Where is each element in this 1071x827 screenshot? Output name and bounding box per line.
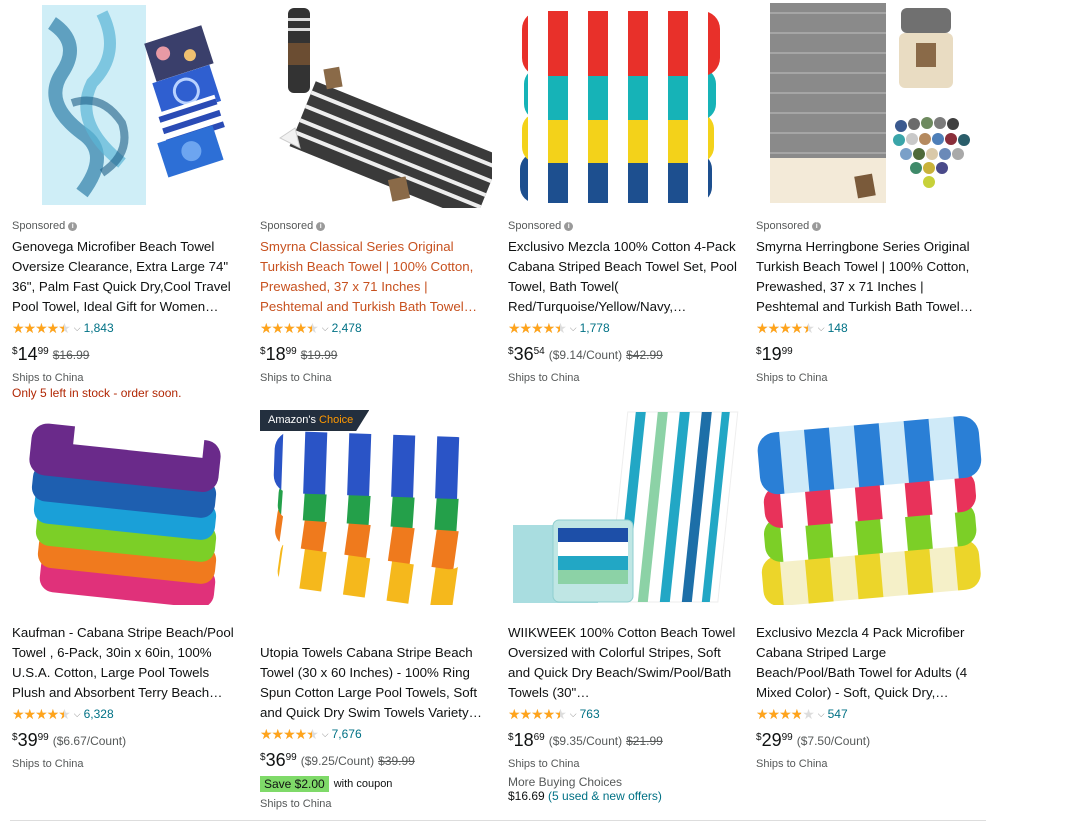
chevron-down-icon[interactable]: ⌵ [570, 323, 577, 334]
shipping-info: Ships to China [756, 758, 828, 770]
rating-row: ★★★★★★★★★★ ⌵ 2,478 [260, 319, 492, 337]
info-icon[interactable]: i [316, 221, 326, 231]
product-card[interactable]: Amazon's Choice Utopia Towels Cabana Str… [260, 410, 492, 811]
used-offers-link[interactable]: (5 used & new offers) [548, 789, 662, 803]
shipping-info: Ships to China [12, 758, 84, 770]
review-count[interactable]: 6,328 [84, 707, 114, 721]
shipping-info: Ships to China [508, 372, 580, 384]
list-price: $16.99 [52, 348, 90, 362]
product-card[interactable]: WIIKWEEK 100% Cotton Beach Towel Oversiz… [508, 410, 740, 803]
star-rating[interactable]: ★★★★★★★★★★ [12, 707, 71, 721]
review-count[interactable]: 1,843 [84, 321, 114, 335]
info-icon[interactable]: i [68, 221, 78, 231]
unit-price: ($7.50/Count) [796, 734, 871, 748]
product-title[interactable]: Utopia Towels Cabana Stripe Beach Towel … [260, 643, 492, 723]
amazons-choice-badge: Amazon's Choice [260, 410, 370, 431]
review-count[interactable]: 7,676 [332, 727, 362, 741]
product-title[interactable]: Kaufman - Cabana Stripe Beach/Pool Towel… [12, 623, 244, 703]
product-title[interactable]: Exclusivo Mezcla 100% Cotton 4-Pack Caba… [508, 237, 740, 317]
star-rating[interactable]: ★★★★★★★★★★ [756, 321, 815, 335]
product-image[interactable] [756, 410, 988, 605]
review-count[interactable]: 763 [580, 707, 600, 721]
shipping-info: Ships to China [12, 372, 84, 384]
star-rating[interactable]: ★★★★★★★★★★ [260, 321, 319, 335]
info-icon[interactable]: i [564, 221, 574, 231]
chevron-down-icon[interactable]: ⌵ [74, 709, 81, 720]
product-title[interactable]: WIIKWEEK 100% Cotton Beach Towel Oversiz… [508, 623, 740, 703]
product-card[interactable]: Sponsored i Exclusivo Mezcla 100% Cotton … [508, 3, 740, 385]
rating-row: ★★★★★★★★★★ ⌵ 763 [508, 705, 740, 723]
chevron-down-icon[interactable]: ⌵ [818, 709, 825, 720]
coupon[interactable]: Save $2.00 with coupon [260, 775, 492, 792]
star-rating[interactable]: ★★★★★★★★★★ [260, 727, 319, 741]
review-count[interactable]: 1,778 [580, 321, 610, 335]
price[interactable]: $39 99 ($6.67/Count) [12, 730, 244, 752]
product-image[interactable]: Amazon's Choice [260, 410, 492, 605]
used-offers[interactable]: $16.69 (5 used & new offers) [508, 789, 740, 803]
star-rating[interactable]: ★★★★★★★★★★ [508, 321, 567, 335]
unit-price: ($9.14/Count) [548, 348, 623, 362]
price[interactable]: $14 99 $16.99 [12, 344, 244, 366]
review-count[interactable]: 148 [828, 321, 848, 335]
product-title[interactable]: Exclusivo Mezcla 4 Pack Microfiber Caban… [756, 623, 988, 703]
coupon-label: with coupon [333, 777, 393, 790]
price[interactable]: $36 99 ($9.25/Count) $39.99 [260, 750, 492, 772]
product-card[interactable]: Kaufman - Cabana Stripe Beach/Pool Towel… [12, 410, 244, 771]
product-title[interactable]: Genovega Microfiber Beach Towel Oversize… [12, 237, 244, 317]
product-card[interactable]: Sponsored i Genovega Microfiber Beach Tow… [12, 3, 244, 400]
shipping-info: Ships to China [260, 372, 332, 384]
shipping-info: Ships to China [756, 372, 828, 384]
list-price: $42.99 [626, 348, 663, 362]
rating-row: ★★★★★★★★★★ ⌵ 1,843 [12, 319, 244, 337]
product-image[interactable] [12, 410, 244, 605]
product-card[interactable]: Exclusivo Mezcla 4 Pack Microfiber Caban… [756, 410, 988, 771]
star-rating[interactable]: ★★★★★★★★★★ [508, 707, 567, 721]
info-icon[interactable]: i [812, 221, 822, 231]
price[interactable]: $19 99 [756, 344, 988, 366]
star-rating[interactable]: ★★★★★★★★★★ [12, 321, 71, 335]
list-price: $39.99 [378, 754, 415, 768]
review-count[interactable]: 2,478 [332, 321, 362, 335]
rating-row: ★★★★★★★★★★ ⌵ 148 [756, 319, 988, 337]
list-price: $19.99 [300, 348, 338, 362]
price[interactable]: $36 54 ($9.14/Count) $42.99 [508, 344, 740, 366]
rating-row: ★★★★★★★★★★ ⌵ 6,328 [12, 705, 244, 723]
product-title[interactable]: Smyrna Classical Series Original Turkish… [260, 237, 492, 317]
star-rating[interactable]: ★★★★★★★★★★ [756, 707, 815, 721]
chevron-down-icon[interactable]: ⌵ [818, 323, 825, 334]
chevron-down-icon[interactable]: ⌵ [570, 709, 577, 720]
rating-row: ★★★★★★★★★★ ⌵ 547 [756, 705, 988, 723]
unit-price: ($6.67/Count) [52, 734, 127, 748]
stock-warning: Only 5 left in stock - order soon. [12, 386, 182, 400]
product-title[interactable]: Smyrna Herringbone Series Original Turki… [756, 237, 988, 317]
coupon-badge[interactable]: Save $2.00 [260, 775, 329, 792]
divider [10, 820, 986, 821]
price[interactable]: $18 69 ($9.35/Count) $21.99 [508, 730, 740, 752]
more-buying-choices: More Buying Choices [508, 775, 623, 789]
product-card[interactable]: Sponsored i Smyrna Herringbone Series Ori… [756, 3, 988, 385]
list-price: $21.99 [626, 734, 663, 748]
product-image[interactable] [260, 3, 492, 208]
price[interactable]: $18 99 $19.99 [260, 344, 492, 366]
chevron-down-icon[interactable]: ⌵ [74, 323, 81, 334]
chevron-down-icon[interactable]: ⌵ [322, 323, 329, 334]
price[interactable]: $29 99 ($7.50/Count) [756, 730, 988, 752]
chevron-down-icon[interactable]: ⌵ [322, 729, 329, 740]
unit-price: ($9.35/Count) [548, 734, 623, 748]
product-card[interactable]: Sponsored i Smyrna Classical Series Origi… [260, 3, 492, 385]
shipping-info: Ships to China [508, 758, 580, 770]
product-image[interactable] [12, 3, 244, 208]
sponsored-label: Sponsored i [508, 219, 740, 233]
product-image[interactable] [508, 3, 740, 208]
sponsored-label: Sponsored i [260, 219, 492, 233]
product-image[interactable] [508, 410, 740, 605]
shipping-info: Ships to China [260, 798, 332, 810]
rating-row: ★★★★★★★★★★ ⌵ 1,778 [508, 319, 740, 337]
sponsored-label: Sponsored i [12, 219, 244, 233]
unit-price: ($9.25/Count) [300, 754, 375, 768]
review-count[interactable]: 547 [828, 707, 848, 721]
product-image[interactable] [756, 3, 988, 208]
rating-row: ★★★★★★★★★★ ⌵ 7,676 [260, 725, 492, 743]
sponsored-label: Sponsored i [756, 219, 988, 233]
